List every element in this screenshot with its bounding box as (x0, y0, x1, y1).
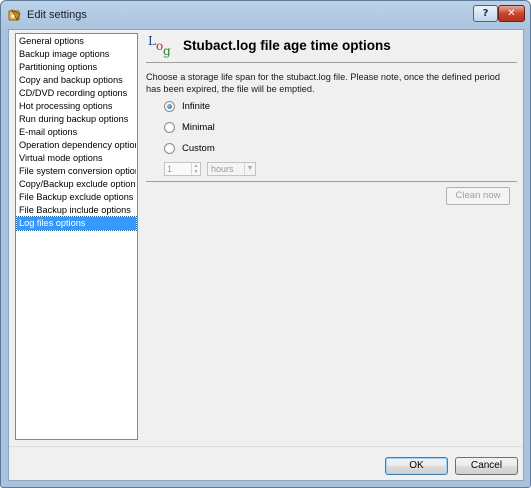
title-divider (146, 62, 517, 63)
close-button[interactable]: ✕ (498, 5, 525, 22)
sidebar-item-log-files-options[interactable]: Log files options (16, 216, 137, 231)
window-title: Edit settings (27, 9, 87, 21)
options-category-list[interactable]: General options Backup image options Par… (15, 33, 138, 440)
log-file-icon: L o g (147, 34, 171, 58)
custom-unit-text: hours (211, 164, 234, 174)
sidebar-item-hot-processing-options[interactable]: Hot processing options (17, 100, 136, 113)
sidebar-item-backup-image-options[interactable]: Backup image options (17, 48, 136, 61)
infinite-radio-label: Infinite (182, 100, 210, 112)
dialog-client-area: General options Backup image options Par… (8, 29, 524, 481)
sidebar-item-virtual-mode-options[interactable]: Virtual mode options (17, 152, 136, 165)
sidebar-item-cd-dvd-recording-options[interactable]: CD/DVD recording options (17, 87, 136, 100)
page-title: Stubact.log file age time options (183, 38, 391, 53)
logo-letter-g: g (163, 44, 171, 58)
app-settings-icon (8, 9, 21, 21)
custom-unit-select[interactable]: hours ▼ (207, 162, 256, 176)
clean-now-button[interactable]: Clean now (446, 187, 510, 205)
custom-radio[interactable] (164, 142, 175, 154)
custom-radio-label: Custom (182, 142, 215, 154)
title-bar[interactable]: Edit settings ? ✕ (1, 1, 530, 29)
minimal-radio-option[interactable]: Minimal (164, 120, 215, 134)
edit-settings-window: Edit settings ? ✕ General options Backup… (0, 0, 531, 488)
sidebar-item-run-during-backup-options[interactable]: Run during backup options (17, 113, 136, 126)
ok-button[interactable]: OK (385, 457, 448, 475)
footer-divider (9, 446, 523, 447)
cancel-button[interactable]: Cancel (455, 457, 518, 475)
options-divider (146, 181, 517, 182)
infinite-radio-option[interactable]: Infinite (164, 99, 210, 113)
minimal-radio-label: Minimal (182, 121, 215, 133)
custom-value-text: 1 (167, 164, 173, 174)
chevron-down-icon[interactable]: ▼ (244, 163, 255, 175)
help-icon: ? (482, 8, 489, 19)
custom-radio-option[interactable]: Custom (164, 141, 215, 155)
spinner-arrows-icon[interactable]: ▲ ▼ (191, 163, 200, 175)
sidebar-item-file-backup-exclude-options[interactable]: File Backup exclude options (17, 191, 136, 204)
close-icon: ✕ (507, 8, 516, 19)
options-panel: L o g Stubact.log file age time options … (144, 30, 522, 446)
sidebar-item-email-options[interactable]: E-mail options (17, 126, 136, 139)
logo-letter-l: L (148, 34, 156, 48)
sidebar-item-file-system-conversion-options[interactable]: File system conversion options (17, 165, 136, 178)
description-text: Choose a storage life span for the stuba… (146, 72, 500, 94)
minimal-radio[interactable] (164, 121, 175, 133)
sidebar-item-partitioning-options[interactable]: Partitioning options (17, 61, 136, 74)
custom-value-spinner[interactable]: 1 ▲ ▼ (164, 162, 201, 176)
sidebar-item-copy-and-backup-options[interactable]: Copy and backup options (17, 74, 136, 87)
sidebar-item-copy-backup-exclude-options[interactable]: Copy/Backup exclude options (17, 178, 136, 191)
infinite-radio[interactable] (164, 100, 175, 112)
sidebar-item-general-options[interactable]: General options (17, 35, 136, 48)
sidebar-item-operation-dependency-options[interactable]: Operation dependency options (17, 139, 136, 152)
help-button[interactable]: ? (473, 5, 498, 22)
sidebar-item-file-backup-include-options[interactable]: File Backup include options (17, 204, 136, 217)
